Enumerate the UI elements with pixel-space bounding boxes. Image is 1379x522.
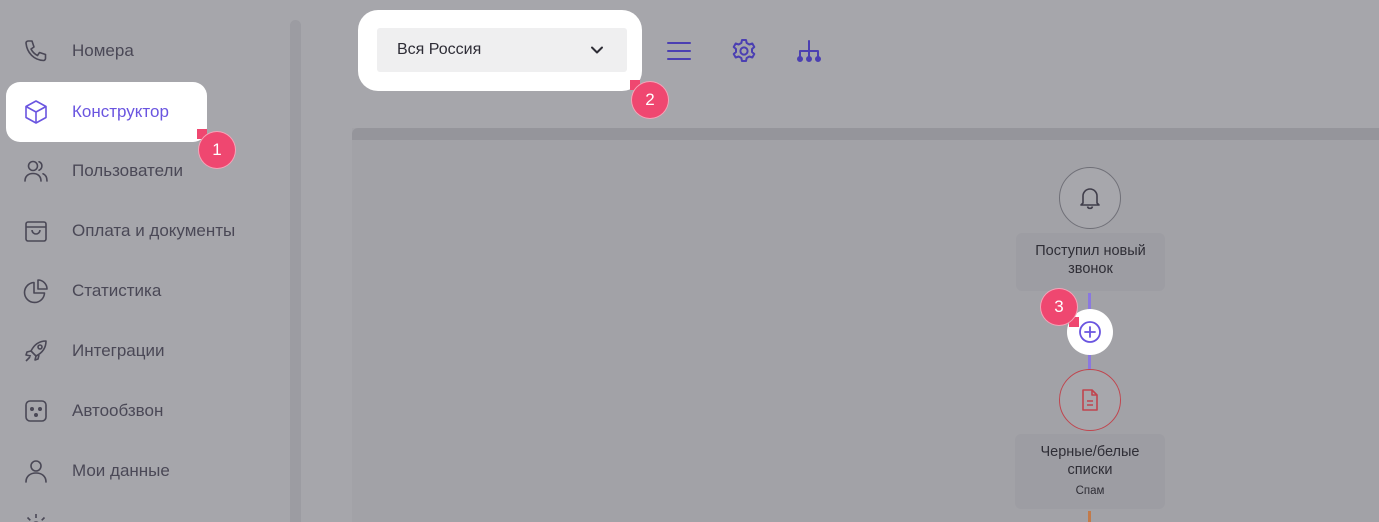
sidebar-item-constructor[interactable]: Конструктор xyxy=(6,82,207,142)
sidebar-item-autodial[interactable]: Автообзвон xyxy=(6,381,286,441)
gear-icon[interactable] xyxy=(22,512,50,522)
sidebar-item-numbers[interactable]: Номера xyxy=(6,21,286,81)
trigger-card[interactable]: Поступил новый звонок xyxy=(1016,233,1165,291)
region-card: Вся Россия xyxy=(358,10,642,91)
sidebar-item-users[interactable]: Пользователи xyxy=(6,141,286,201)
canvas-scrollbar[interactable] xyxy=(352,128,1379,140)
plus-circle-icon xyxy=(1079,321,1101,343)
robot-icon xyxy=(22,397,50,425)
trigger-title: Поступил новый звонок xyxy=(1035,243,1146,277)
users-icon xyxy=(22,157,50,185)
region-select[interactable]: Вся Россия xyxy=(377,28,627,72)
flow-connector xyxy=(1088,511,1091,522)
sidebar-item-label: Пользователи xyxy=(72,161,183,180)
sidebar-item-label: Оплата и документы xyxy=(72,221,236,240)
bell-icon xyxy=(1080,188,1100,210)
sidebar-item-label: Интеграции xyxy=(72,341,165,360)
phone-icon xyxy=(22,37,50,65)
shopping-bag-icon xyxy=(22,217,50,245)
user-icon xyxy=(22,457,50,485)
step-badge-3: 3 xyxy=(1040,288,1078,326)
step-badge-2: 2 xyxy=(631,81,669,119)
region-select-value: Вся Россия xyxy=(397,41,482,58)
settings-button[interactable] xyxy=(730,37,758,65)
blacklist-title: Черные/белые списки xyxy=(1040,444,1140,478)
menu-button[interactable] xyxy=(665,37,693,65)
sidebar-scrollbar[interactable] xyxy=(290,20,301,522)
sidebar-item-billing[interactable]: Оплата и документы xyxy=(6,201,286,261)
sidebar: Номера Конструктор Пользователи Оплата и… xyxy=(0,0,301,522)
rocket-icon xyxy=(22,337,50,365)
sidebar-item-label: Мои данные xyxy=(72,461,170,480)
flow-canvas[interactable]: Поступил новый звонок 3 Черные/белые спи… xyxy=(352,128,1379,522)
sidebar-item-label: Статистика xyxy=(72,281,162,300)
step-badge-1: 1 xyxy=(198,131,236,169)
sidebar-item-label: Конструктор xyxy=(72,102,169,121)
blacklist-subtitle: Спам xyxy=(1075,485,1105,497)
document-icon xyxy=(1082,389,1098,411)
blacklist-card[interactable]: Черные/белые списки Спам xyxy=(1015,434,1165,509)
hierarchy-button[interactable] xyxy=(795,37,823,65)
sidebar-item-integrations[interactable]: Интеграции xyxy=(6,321,286,381)
cube-icon xyxy=(22,98,50,126)
pie-chart-icon xyxy=(22,277,50,305)
sidebar-item-label: Автообзвон xyxy=(72,401,164,420)
hierarchy-icon xyxy=(797,40,821,62)
chevron-down-icon xyxy=(589,42,605,58)
sidebar-item-statistics[interactable]: Статистика xyxy=(6,261,286,321)
trigger-node[interactable] xyxy=(1059,167,1121,229)
sidebar-item-label: Номера xyxy=(72,41,134,60)
sidebar-item-profile[interactable]: Мои данные xyxy=(6,441,286,501)
menu-icon xyxy=(667,42,691,60)
blacklist-node[interactable] xyxy=(1059,369,1121,431)
gear-icon xyxy=(732,39,756,62)
